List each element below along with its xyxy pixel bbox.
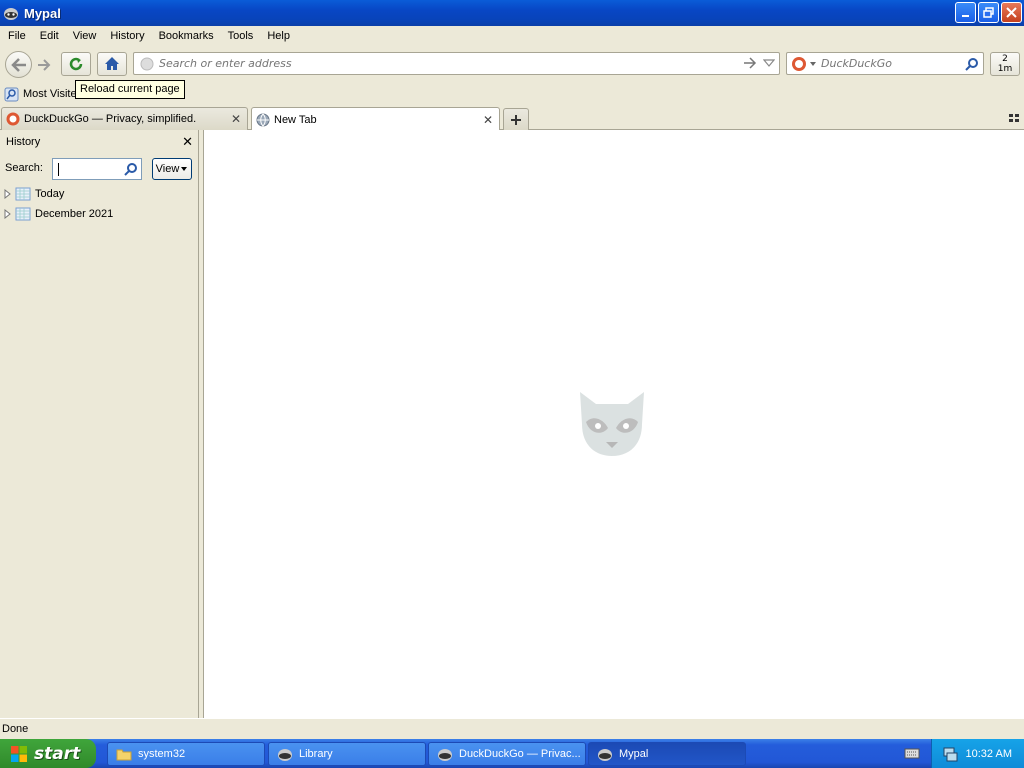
most-visited-label: Most Visited — [23, 88, 83, 100]
close-icon — [1006, 7, 1017, 18]
taskbar-item-mypal[interactable]: Mypal — [588, 742, 746, 766]
sidebar-close-icon[interactable]: ✕ — [182, 135, 193, 150]
expand-twisty-icon[interactable] — [4, 189, 14, 199]
tab-label: DuckDuckGo — Privacy, simplified. — [24, 113, 197, 125]
minimize-button[interactable] — [955, 2, 976, 23]
task-label: DuckDuckGo — Privac... — [459, 748, 581, 760]
menu-bar: File Edit View History Bookmarks Tools H… — [0, 26, 1024, 46]
reload-tooltip: Reload current page — [75, 80, 185, 99]
restore-button[interactable] — [978, 2, 999, 23]
back-button[interactable] — [5, 51, 32, 78]
sidebar-view-button[interactable]: View — [152, 158, 192, 180]
page-content[interactable] — [204, 130, 1024, 718]
text-caret — [58, 163, 59, 176]
forward-arrow-icon — [38, 59, 51, 71]
tab-close-icon[interactable]: ✕ — [229, 112, 243, 126]
menu-view[interactable]: View — [66, 30, 104, 42]
menu-help[interactable]: Help — [260, 30, 297, 42]
mypal-watermark-logo — [580, 392, 644, 456]
restore-icon — [983, 7, 994, 18]
history-item-label: Today — [35, 188, 65, 200]
forward-button[interactable] — [33, 55, 55, 75]
zoom-label-bottom: 1m — [997, 64, 1013, 74]
system-tray: 10:32 AM — [931, 739, 1024, 768]
view-button-label: View — [155, 163, 180, 175]
address-bar[interactable] — [133, 52, 780, 75]
tab-label: New Tab — [274, 113, 317, 126]
most-visited-icon — [4, 87, 19, 101]
home-icon — [105, 57, 119, 70]
menu-tools[interactable]: Tools — [221, 30, 261, 42]
sidebar-search-field[interactable] — [52, 158, 142, 180]
clock[interactable]: 10:32 AM — [966, 748, 1012, 760]
duckduckgo-engine-icon[interactable] — [791, 56, 817, 72]
menu-file[interactable]: File — [0, 30, 33, 42]
tab-bar: DuckDuckGo — Privacy, simplified. ✕ New … — [0, 106, 1024, 131]
reload-button[interactable] — [61, 52, 91, 76]
sidebar-header: History ✕ — [0, 130, 199, 154]
new-tab-button[interactable] — [503, 108, 529, 130]
status-text: Done — [2, 723, 29, 735]
all-tabs-icon[interactable] — [1008, 112, 1020, 124]
task-label: Mypal — [619, 748, 649, 760]
search-input[interactable] — [821, 53, 961, 74]
history-item-december-2021[interactable]: December 2021 — [4, 205, 113, 223]
page-icon — [140, 57, 154, 71]
sidebar-search-label: Search: — [5, 162, 43, 174]
search-icon[interactable] — [965, 57, 979, 71]
menu-edit[interactable]: Edit — [33, 30, 66, 42]
taskbar-item-system32[interactable]: system32 — [107, 742, 265, 766]
menu-history[interactable]: History — [103, 30, 151, 42]
history-dropdown-icon[interactable] — [763, 58, 775, 68]
calendar-folder-icon — [15, 187, 31, 201]
url-input[interactable] — [159, 53, 729, 74]
search-bar[interactable] — [786, 52, 984, 75]
history-item-today[interactable]: Today — [4, 185, 64, 203]
mypal-icon — [438, 749, 452, 761]
close-button[interactable] — [1001, 2, 1022, 23]
history-sidebar: History ✕ Search: View Today December 20… — [0, 130, 199, 718]
mypal-icon — [598, 749, 612, 761]
task-label: system32 — [138, 748, 186, 760]
start-label: start — [34, 743, 81, 764]
mypal-icon — [278, 749, 292, 761]
start-button[interactable]: start — [0, 739, 96, 768]
sidebar-title: History — [6, 136, 41, 148]
bookmark-most-visited[interactable]: Most Visited — [4, 87, 83, 102]
reload-icon — [69, 57, 83, 71]
taskbar-item-library[interactable]: Library — [268, 742, 426, 766]
home-button[interactable] — [97, 52, 127, 76]
tab-close-icon[interactable]: ✕ — [481, 113, 495, 127]
go-arrow-icon[interactable] — [743, 57, 757, 69]
taskbar-item-duckduckgo[interactable]: DuckDuckGo — Privac... — [428, 742, 586, 766]
tab-new-tab[interactable]: New Tab ✕ — [251, 107, 500, 131]
chevron-down-icon — [181, 166, 188, 171]
windows-logo-icon — [11, 745, 27, 762]
navigation-toolbar: 2 1m — [0, 46, 1024, 82]
sidebar-search-input[interactable] — [56, 161, 122, 177]
expand-twisty-icon[interactable] — [4, 209, 14, 219]
status-bar: Done — [0, 718, 1024, 739]
keyboard-icon[interactable] — [904, 747, 920, 759]
plus-icon — [511, 114, 521, 125]
task-label: Library — [299, 748, 333, 760]
window-title: Mypal — [24, 5, 61, 21]
minimize-icon — [961, 14, 969, 17]
menu-bookmarks[interactable]: Bookmarks — [152, 30, 221, 42]
duckduckgo-icon — [6, 112, 20, 126]
search-icon[interactable] — [124, 162, 138, 176]
zoom-label-top: 2 — [1002, 54, 1008, 64]
zoom-button[interactable]: 2 1m — [990, 52, 1020, 76]
network-icon[interactable] — [942, 746, 958, 762]
mypal-icon — [4, 8, 18, 20]
tab-duckduckgo[interactable]: DuckDuckGo — Privacy, simplified. ✕ — [1, 107, 248, 130]
history-item-label: December 2021 — [35, 208, 114, 220]
globe-icon — [256, 113, 270, 127]
back-arrow-icon — [10, 57, 26, 72]
calendar-folder-icon — [15, 207, 31, 221]
folder-icon — [116, 749, 132, 761]
title-bar[interactable]: Mypal — [0, 0, 1024, 26]
taskbar: start system32 Library DuckDuckGo — Priv… — [0, 739, 1024, 768]
